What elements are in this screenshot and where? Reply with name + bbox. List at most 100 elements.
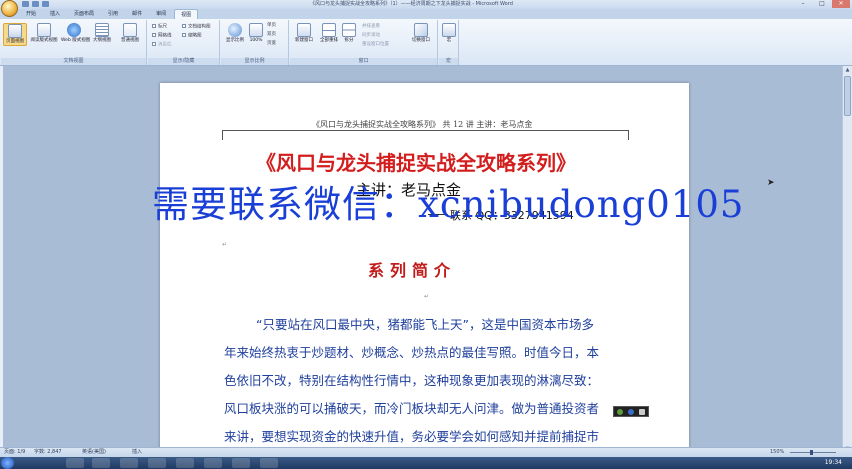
zoom-100-icon	[249, 23, 263, 37]
vertical-ruler	[0, 66, 3, 454]
status-bar: 页面: 1/9 字数: 2,847 英语(美国) 插入 150%	[0, 447, 852, 457]
header-divider	[222, 130, 629, 131]
zoom-button[interactable]: 显示比例	[223, 23, 247, 44]
document-page[interactable]: 《风口与龙头捕捉实战全攻略系列》 共 12 讲 主讲：老马点金 《风口与龙头捕捉…	[160, 83, 689, 454]
print-layout-button[interactable]: 页面视图	[3, 23, 27, 46]
ribbon-group-zoom: 显示比例 100% 单页 双页 页宽 显示比例	[221, 20, 289, 65]
tab-page-layout[interactable]: 页面布局	[68, 9, 100, 19]
zoom-100-button[interactable]: 100%	[247, 23, 265, 44]
floating-mini-toolbar[interactable]	[613, 406, 649, 417]
paragraph-line: “只要站在风口最中央，猪都能飞上天”，这是中国资本市场多	[256, 317, 594, 332]
paragraph-line: 年来始终热衷于炒题材、炒概念、炒热点的最佳写照。时值今日，本	[224, 345, 600, 360]
full-screen-reading-button[interactable]: 阅读版式视图	[29, 23, 59, 44]
taskbar-app[interactable]	[66, 458, 84, 468]
page-width-button[interactable]: 页宽	[267, 41, 276, 47]
document-map-checkbox[interactable]: 文档结构图	[182, 24, 211, 31]
paragraph-line: 色依旧不改，特别在结构性行情中，这种现象更加表现的淋漓尽致：	[224, 373, 600, 388]
office-button[interactable]	[1, 0, 18, 17]
zoom-level[interactable]: 150%	[770, 448, 784, 457]
ruler-checkbox[interactable]: 标尺	[152, 24, 167, 31]
macros-button[interactable]: 宏	[441, 23, 457, 44]
scroll-up-icon[interactable]: ▲	[844, 67, 851, 74]
one-page-button[interactable]: 单页	[267, 23, 276, 29]
close-button[interactable]: ✕	[832, 0, 850, 8]
scroll-thumb[interactable]	[844, 76, 851, 116]
print-layout-icon	[8, 24, 22, 38]
taskbar-app[interactable]	[176, 458, 194, 468]
header-corner-right	[628, 130, 629, 140]
ribbon-group-document-views: 页面视图 阅读版式视图 Web 版式视图 大纲视图 普通视图 文档视图	[1, 20, 147, 65]
magnifier-icon	[228, 23, 242, 37]
tab-insert[interactable]: 插入	[44, 9, 66, 19]
info-icon[interactable]	[627, 408, 634, 415]
arrange-all-button[interactable]: 全部重排	[317, 23, 341, 44]
outline-button[interactable]: 大纲视图	[89, 23, 115, 44]
group-label-macros: 宏	[439, 58, 458, 65]
group-label-show-hide: 显示/隐藏	[148, 58, 219, 65]
new-window-button[interactable]: 新建窗口	[292, 23, 316, 44]
taskbar-app[interactable]	[120, 458, 138, 468]
vertical-scrollbar[interactable]: ▲ ▼	[842, 66, 852, 454]
synchronous-scrolling-button[interactable]: 同步滚动	[362, 33, 380, 39]
quick-access-toolbar	[22, 0, 49, 8]
reset-window-position-button[interactable]: 重设窗口位置	[362, 42, 389, 48]
paragraph-mark: ↵	[222, 241, 228, 248]
insert-mode[interactable]: 插入	[132, 448, 142, 457]
page-count[interactable]: 页面: 1/9	[4, 448, 25, 457]
page-header-text: 《风口与龙头捕捉实战全攻略系列》 共 12 讲 主讲：老马点金	[312, 120, 533, 129]
chat-icon[interactable]	[616, 408, 623, 415]
gridlines-checkbox[interactable]: 网格线	[152, 33, 172, 40]
window-title: 《风口与龙头捕捉实战全攻略系列》（1）——经济周期之下龙头捕捉实战 - Micr…	[310, 1, 513, 7]
group-label-window: 窗口	[290, 58, 437, 65]
view-side-by-side-button[interactable]: 并排查看	[362, 24, 380, 30]
menu-icon[interactable]	[639, 408, 646, 415]
paragraph-mark: ↵	[424, 293, 430, 300]
ribbon-group-show-hide: 标尺 网格线 消息栏 文档结构图 缩略图 显示/隐藏	[148, 20, 220, 65]
paragraph-line: 风口板块涨的可以捅破天，而冷门板块却无人问津。做为普通投资者	[224, 401, 600, 416]
group-label-zoom: 显示比例	[221, 58, 288, 65]
document-title: 《风口与龙头捕捉实战全攻略系列》	[256, 151, 576, 175]
taskbar-app[interactable]	[92, 458, 110, 468]
redo-icon[interactable]	[42, 1, 49, 7]
thumbnails-checkbox[interactable]: 缩略图	[182, 33, 202, 40]
undo-icon[interactable]	[32, 1, 39, 7]
two-pages-button[interactable]: 双页	[267, 32, 276, 38]
split-button[interactable]: 拆分	[341, 23, 357, 44]
zoom-slider[interactable]	[790, 450, 836, 455]
start-button[interactable]	[1, 457, 14, 469]
tab-review[interactable]: 审阅	[150, 9, 172, 19]
arrange-all-icon	[322, 23, 336, 37]
maximize-button[interactable]: □	[813, 0, 831, 8]
tab-view[interactable]: 视图	[174, 9, 199, 19]
zoom-slider-knob[interactable]	[810, 450, 813, 455]
taskbar-app[interactable]	[204, 458, 222, 468]
tab-home[interactable]: 开始	[20, 9, 42, 19]
macro-icon	[442, 23, 456, 37]
draft-button[interactable]: 普通视图	[117, 23, 143, 44]
ribbon: 页面视图 阅读版式视图 Web 版式视图 大纲视图 普通视图 文档视图 标尺 网…	[0, 19, 852, 66]
tab-mailings[interactable]: 邮件	[126, 9, 148, 19]
switch-windows-button[interactable]: 切换窗口	[408, 23, 434, 44]
ribbon-group-macros: 宏 宏	[439, 20, 459, 65]
switch-windows-icon	[414, 23, 428, 37]
web-layout-button[interactable]: Web 版式视图	[61, 23, 90, 44]
taskbar-app[interactable]	[148, 458, 166, 468]
taskbar-app[interactable]	[260, 458, 278, 468]
taskbar-clock: 19:34	[824, 459, 842, 466]
body-paragraph: “只要站在风口最中央，猪都能飞上天”，这是中国资本市场多 年来始终热衷于炒题材、…	[224, 311, 634, 451]
language-indicator[interactable]: 英语(美国)	[82, 448, 106, 457]
window-controls: – □ ✕	[794, 0, 850, 8]
new-window-icon	[297, 23, 311, 37]
web-layout-icon	[67, 23, 81, 37]
save-icon[interactable]	[22, 1, 29, 7]
word-count[interactable]: 字数: 2,847	[34, 448, 62, 457]
draft-icon	[123, 23, 137, 37]
message-bar-checkbox[interactable]: 消息栏	[152, 42, 172, 49]
minimize-button[interactable]: –	[794, 0, 812, 8]
ribbon-group-window: 新建窗口 全部重排 拆分 并排查看 同步滚动 重设窗口位置 切换窗口 窗口	[290, 20, 438, 65]
reading-view-icon	[37, 23, 51, 37]
taskbar-app[interactable]	[232, 458, 250, 468]
watermark-overlay: 需要联系微信：xcnibudong0105	[152, 183, 745, 226]
tab-references[interactable]: 引用	[102, 9, 124, 19]
mouse-cursor-icon: ➤	[767, 178, 775, 188]
